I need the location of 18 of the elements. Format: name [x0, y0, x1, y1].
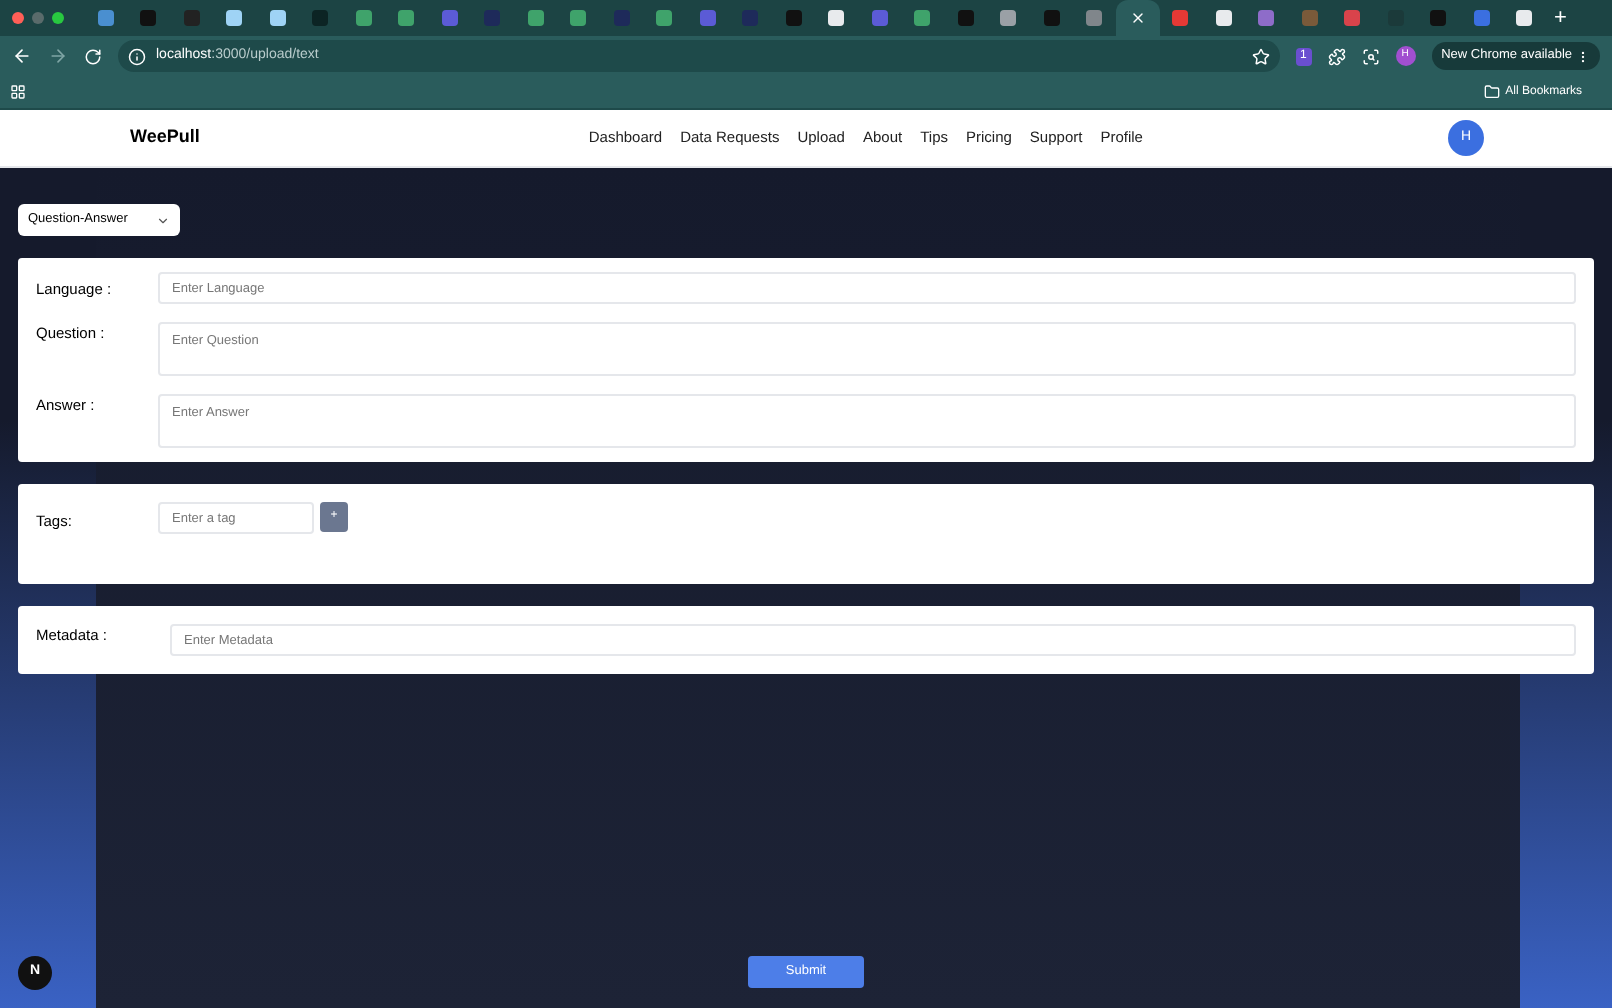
forward-icon[interactable]	[48, 46, 68, 66]
site-info-icon[interactable]	[128, 47, 146, 65]
browser-tab[interactable]	[1116, 0, 1159, 36]
apps-icon[interactable]	[10, 84, 26, 100]
close-window-icon[interactable]	[12, 12, 24, 24]
screen-search-icon[interactable]	[1361, 47, 1380, 65]
folder-icon	[1483, 84, 1500, 100]
more-icon[interactable]	[1576, 49, 1590, 63]
new-tab-button[interactable]: +	[1554, 7, 1567, 29]
brand-logo[interactable]: WeePull	[130, 124, 200, 152]
back-icon[interactable]	[12, 46, 32, 66]
chevron-down-icon	[156, 213, 170, 227]
reload-icon[interactable]	[84, 47, 102, 65]
maximize-window-icon[interactable]	[52, 12, 64, 24]
minimize-window-icon[interactable]	[32, 12, 44, 24]
close-icon[interactable]	[1129, 10, 1146, 26]
puzzle-icon[interactable]	[1327, 47, 1346, 65]
bookmark-star-icon[interactable]	[1251, 47, 1270, 65]
